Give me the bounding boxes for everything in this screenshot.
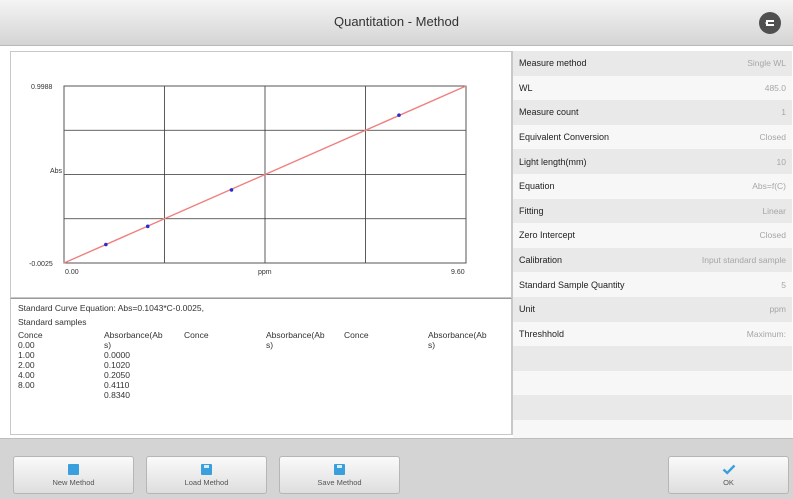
absorbance-value: 0.1020 bbox=[104, 360, 130, 370]
param-calibration[interactable]: Calibration Input standard sample bbox=[513, 247, 792, 273]
conce-header-1: Conce bbox=[18, 330, 43, 340]
y-axis-label: Abs bbox=[50, 168, 63, 175]
param-threshhold[interactable]: Threshhold Maximum: bbox=[513, 321, 792, 347]
data-point bbox=[397, 113, 401, 117]
back-button[interactable] bbox=[759, 12, 781, 34]
main-area: 0.9988 -0.0025 Abs 0.00 9.60 ppm Standar… bbox=[0, 46, 793, 445]
new-file-icon bbox=[68, 463, 79, 475]
standard-curve-results: Standard Curve Equation: Abs=0.1043*C-0.… bbox=[10, 298, 512, 435]
x-tick-left: 0.00 bbox=[65, 269, 79, 276]
standard-samples-label: Standard samples bbox=[18, 317, 87, 327]
absorbance-value: 0.2050 bbox=[104, 370, 130, 380]
absorbance-header-1: Absorbance(Ab s) bbox=[104, 330, 163, 350]
ok-button[interactable]: OK bbox=[668, 456, 789, 494]
save-icon bbox=[334, 463, 345, 475]
method-parameters-list: Measure method Single WL WL 485.0 Measure … bbox=[512, 51, 792, 445]
conce-value: 1.00 bbox=[18, 350, 35, 360]
absorbance-header-3: Absorbance(Ab s) bbox=[428, 330, 487, 350]
data-point bbox=[229, 188, 234, 192]
new-method-button[interactable]: New Method bbox=[13, 456, 134, 494]
param-zero-intercept[interactable]: Zero Intercept Closed bbox=[513, 223, 792, 248]
conce-value: 2.00 bbox=[18, 360, 35, 370]
data-point bbox=[104, 242, 108, 247]
curve-equation: Standard Curve Equation: Abs=0.1043*C-0.… bbox=[18, 303, 204, 313]
conce-header-2: Conce bbox=[184, 330, 209, 340]
x-tick-right: 9.60 bbox=[451, 269, 465, 276]
page-title: Quantitation - Method bbox=[333, 14, 460, 29]
y-tick-top: 0.9988 bbox=[31, 84, 53, 91]
calibration-chart: 0.9988 -0.0025 Abs 0.00 9.60 ppm bbox=[29, 84, 467, 276]
back-icon bbox=[765, 20, 774, 26]
conce-value: 0.00 bbox=[18, 340, 35, 350]
data-point bbox=[145, 224, 150, 229]
param-wl[interactable]: WL 485.0 bbox=[513, 75, 792, 101]
param-fitting[interactable]: Fitting Linear bbox=[513, 198, 792, 224]
calibration-chart-panel: 0.9988 -0.0025 Abs 0.00 9.60 ppm bbox=[10, 51, 512, 298]
save-method-button[interactable]: Save Method bbox=[279, 456, 400, 494]
absorbance-header-2: Absorbance(Ab s) bbox=[266, 330, 325, 350]
y-tick-bottom: -0.0025 bbox=[29, 261, 53, 268]
param-measure-method[interactable]: Measure method Single WL bbox=[513, 51, 792, 76]
load-method-button[interactable]: Load Method bbox=[146, 456, 267, 494]
title-bar: Quantitation - Method bbox=[0, 0, 793, 46]
param-empty-row bbox=[513, 395, 792, 420]
absorbance-values: 0.0000 0.1020 0.2050 0.4110 0.8340 bbox=[104, 350, 130, 400]
bottom-toolbar: New Method Load Method Save Method OK bbox=[0, 438, 793, 499]
param-equivalent-conversion[interactable]: Equivalent Conversion Closed bbox=[513, 124, 792, 150]
absorbance-value: 0.0000 bbox=[104, 350, 130, 360]
conce-value: 4.00 bbox=[18, 370, 35, 380]
param-unit[interactable]: Unit ppm bbox=[513, 296, 792, 322]
param-empty-row bbox=[513, 370, 792, 396]
param-empty-row bbox=[513, 346, 792, 371]
param-light-length[interactable]: Light length(mm) 10 bbox=[513, 149, 792, 174]
load-icon bbox=[201, 463, 212, 475]
param-standard-sample-quantity[interactable]: Standard Sample Quantity 5 bbox=[513, 272, 792, 297]
conce-header-3: Conce bbox=[344, 330, 369, 340]
conce-value: 8.00 bbox=[18, 380, 35, 390]
x-axis-label: ppm bbox=[258, 269, 272, 276]
conce-values: 0.00 1.00 2.00 4.00 8.00 bbox=[18, 340, 35, 390]
checkmark-icon bbox=[722, 464, 735, 475]
param-measure-count[interactable]: Measure count 1 bbox=[513, 100, 792, 125]
absorbance-value: 0.4110 bbox=[104, 380, 130, 390]
absorbance-value: 0.8340 bbox=[104, 390, 130, 400]
param-equation[interactable]: Equation Abs=f(C) bbox=[513, 173, 792, 199]
